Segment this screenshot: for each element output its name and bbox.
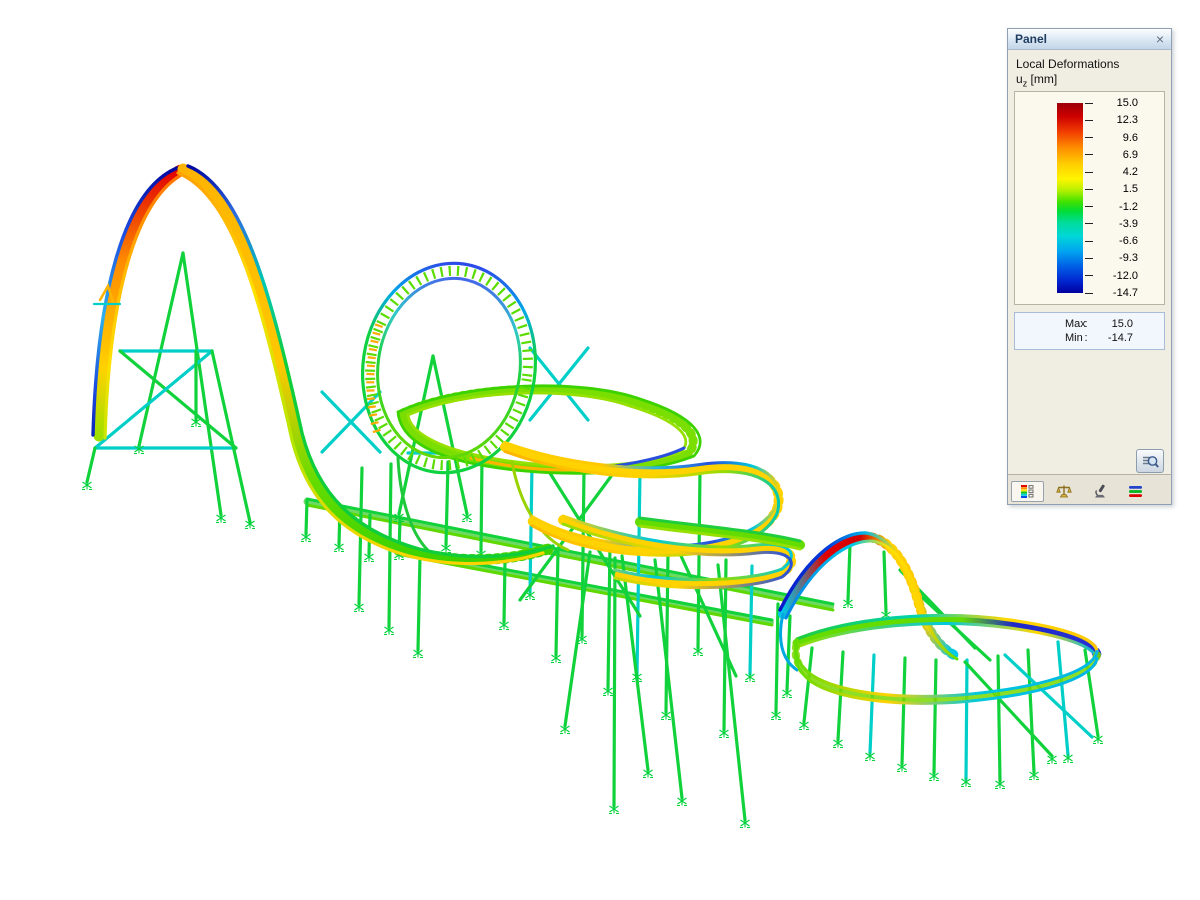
panel-options-button[interactable] [1136,449,1164,473]
legend-tick: 9.6 [1085,132,1138,144]
tab-filter[interactable] [1083,481,1116,502]
legend-colorbar[interactable] [1057,103,1083,293]
legend-tick: -3.9 [1085,218,1138,230]
tab-result-levels[interactable] [1119,481,1152,502]
panel-titlebar[interactable]: Panel × [1008,29,1171,50]
legend: 15.0 12.3 9.6 6.9 4.2 1.5 -1.2 -3.9 -6.6 -9.3 -12.… [1014,91,1165,305]
legend-tick: 1.5 [1085,183,1138,195]
legend-tick: 15.0 [1085,97,1138,109]
microscope-icon [1092,484,1108,499]
quantity-label: uz [mm] [1016,72,1171,88]
tab-factors[interactable] [1047,481,1080,502]
lift-hill-track [93,166,553,564]
legend-tick: -12.0 [1085,270,1138,282]
legend-tick: -1.2 [1085,201,1138,213]
legend-tick: -6.6 [1085,235,1138,247]
color-spectrum-icon [1020,484,1035,499]
panel-window: Panel × Local Deformations uz [mm] 15.01… [1007,28,1172,505]
section-title: Local Deformations [1016,57,1171,71]
result-levels-icon [1128,484,1143,499]
panel-tabstrip [1008,474,1171,504]
close-icon[interactable]: × [1154,33,1166,45]
tab-color-spectrum[interactable] [1011,481,1044,502]
min-row: Min : -14.7 [1015,332,1164,344]
legend-tick: 4.2 [1085,166,1138,178]
legend-tick: 6.9 [1085,149,1138,161]
support-structure [87,253,1098,820]
legend-tick: 12.3 [1085,114,1138,126]
legend-tick: -14.7 [1085,287,1138,299]
panel-title: Panel [1015,32,1047,46]
max-value: 15.0 [1091,318,1133,330]
magnifier-lines-icon [1142,454,1159,469]
balance-scale-icon [1056,484,1072,499]
minmax-box: Max : 15.0 Min : -14.7 [1014,312,1165,350]
min-value: -14.7 [1091,332,1133,344]
max-row: Max : 15.0 [1015,318,1164,330]
legend-tick: -9.3 [1085,252,1138,264]
turnaround-track [796,616,1097,704]
